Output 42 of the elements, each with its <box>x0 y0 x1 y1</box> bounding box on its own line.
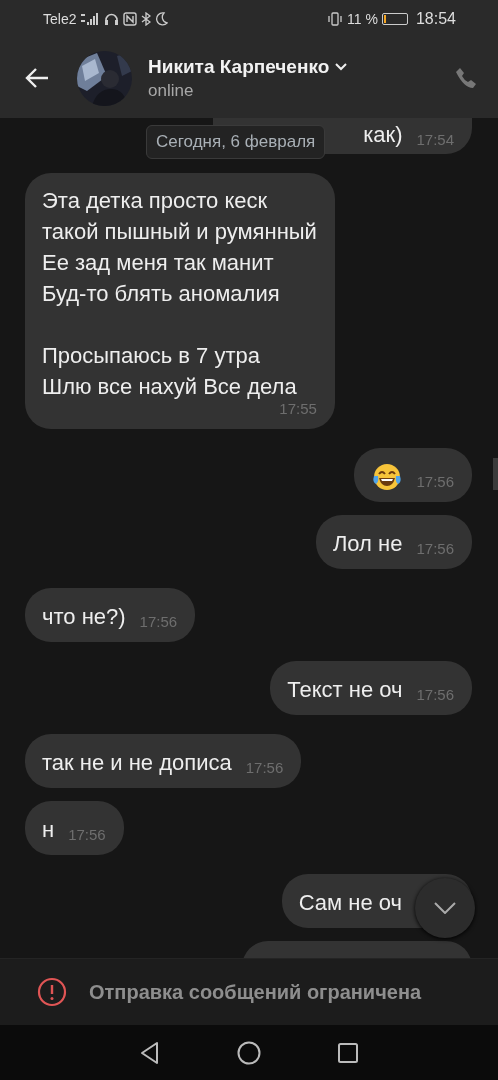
warning-icon <box>37 977 67 1007</box>
laughing-emoji-icon <box>372 462 403 492</box>
message-time: 17:56 <box>416 473 454 491</box>
call-button[interactable] <box>454 66 478 90</box>
chevron-down-icon <box>434 902 456 914</box>
clock: 18:54 <box>415 10 456 28</box>
message-time: 17:54 <box>416 131 454 149</box>
restriction-notice: Отправка сообщений ограничена <box>89 980 422 1004</box>
message-time: 17:56 <box>245 759 284 777</box>
contact-name[interactable]: Никита Карпеченко <box>148 55 330 78</box>
bluetooth-icon <box>141 12 152 26</box>
message-text: Лол не <box>332 530 403 558</box>
home-button[interactable] <box>237 1040 261 1065</box>
carrier-name: Tele2 <box>43 11 77 27</box>
nfc-icon <box>123 12 138 26</box>
vibrate-icon <box>327 12 344 26</box>
message-time: 17:56 <box>68 826 106 844</box>
message-text: Сам не оч <box>298 889 402 917</box>
message-text: как) <box>363 121 403 149</box>
battery-icon <box>381 13 408 25</box>
message-text: Текст не оч <box>287 676 403 704</box>
recents-icon <box>336 1040 360 1065</box>
message-time: 17:56 <box>416 540 454 558</box>
scrollbar-thumb[interactable] <box>493 458 498 490</box>
message-text: Эта детка просто кеск такой пышный и румянный Ее зад меня так манит Буд-то блять аномалия Просыпаюсь в 7 утра Шлю все нахуй Все дела <box>42 187 317 401</box>
back-button[interactable] <box>24 67 50 89</box>
presence-status: online <box>148 80 195 101</box>
message-time: 17:55 <box>279 400 317 418</box>
back-arrow-icon <box>24 67 50 89</box>
headphones-icon <box>104 12 120 26</box>
message-text: н <box>42 816 55 844</box>
moon-icon <box>155 12 169 26</box>
signal-icon <box>80 12 101 26</box>
battery-percent: 11 % <box>347 11 378 27</box>
message-time: 17:56 <box>139 613 178 631</box>
phone-icon <box>454 66 478 90</box>
home-icon <box>237 1040 261 1065</box>
recents-button[interactable] <box>336 1040 360 1065</box>
message-text: так не и не дописа <box>42 749 232 777</box>
message-time: 17:56 <box>416 686 454 704</box>
message-text: что не?) <box>42 603 126 631</box>
chevron-down-icon[interactable] <box>335 62 348 71</box>
